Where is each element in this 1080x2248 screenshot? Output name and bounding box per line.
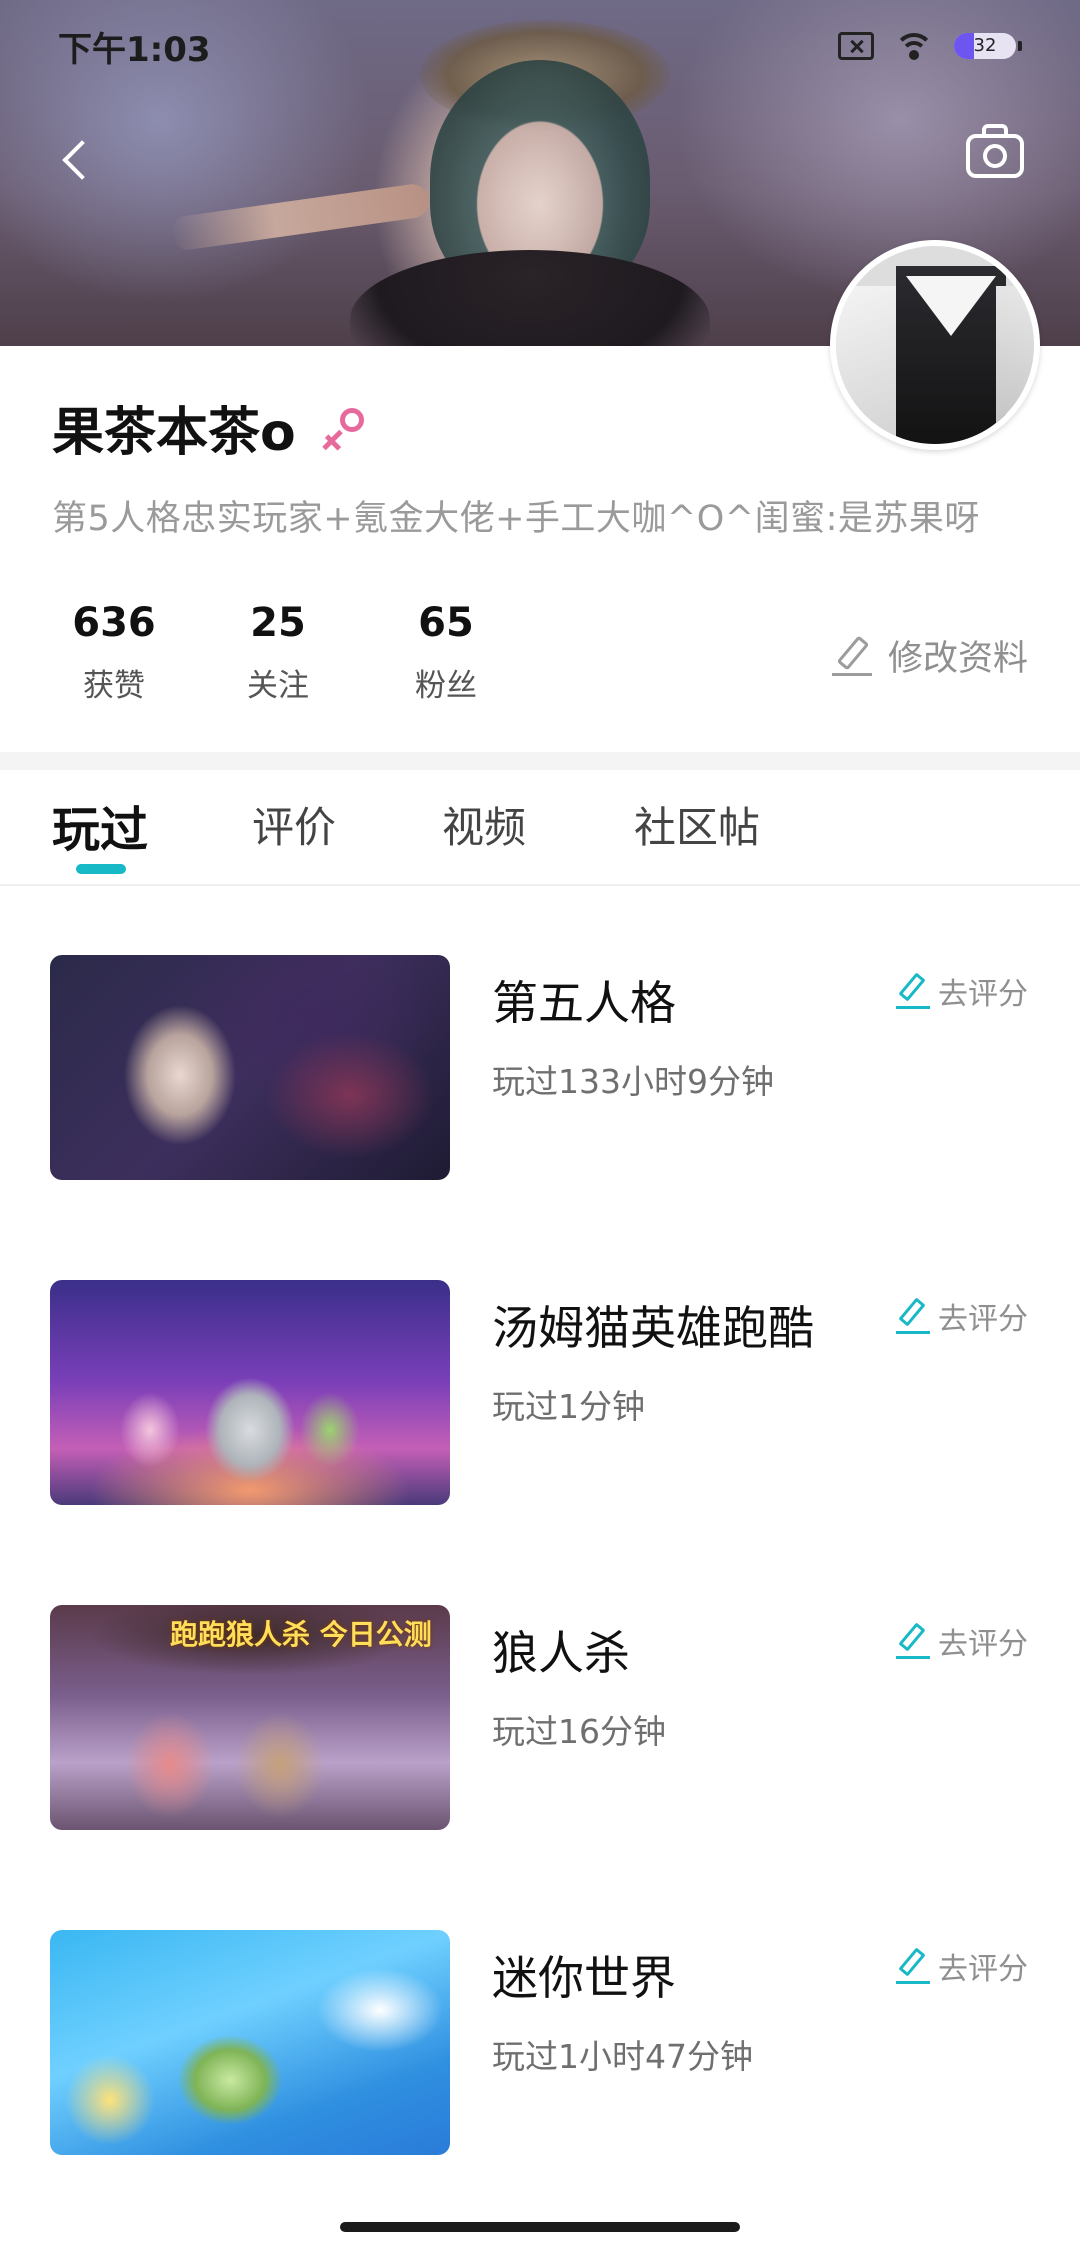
wifi-icon: [894, 31, 934, 61]
nickname: 果茶本茶o: [52, 403, 296, 463]
profile-tabs: 玩过 评价 视频 社区帖: [0, 770, 1080, 886]
rate-button[interactable]: 去评分: [896, 1944, 1028, 1988]
stat-likes[interactable]: 636 获赞: [52, 600, 176, 705]
game-name: 迷你世界: [492, 1951, 676, 2005]
game-name: 第五人格: [492, 976, 676, 1030]
edit-profile-button[interactable]: 修改资料: [831, 630, 1028, 681]
status-time: 下午1:03: [58, 29, 211, 70]
no-sim-icon: [838, 32, 874, 60]
play-time: 玩过16分钟: [492, 1712, 666, 1751]
play-time: 玩过133小时9分钟: [492, 1062, 774, 1101]
stat-value: 65: [418, 600, 474, 646]
thumbnail-banner-text: 跑跑狼人杀 今日公测: [170, 1618, 432, 1651]
play-time: 玩过1小时47分钟: [492, 2037, 753, 2076]
status-bar: 下午1:03 32: [0, 0, 1080, 92]
cover-art-arm: [168, 182, 432, 252]
tab-community-posts[interactable]: 社区帖: [634, 794, 760, 855]
game-thumbnail[interactable]: [50, 1280, 450, 1505]
section-divider: [0, 752, 1080, 770]
rate-label: 去评分: [938, 1952, 1028, 1987]
change-cover-button[interactable]: [966, 124, 1024, 178]
stat-following[interactable]: 25 关注: [216, 600, 340, 705]
stat-label: 获赞: [83, 668, 145, 704]
game-thumbnail[interactable]: 跑跑狼人杀 今日公测: [50, 1605, 450, 1830]
edit-profile-label: 修改资料: [887, 639, 1028, 679]
game-name: 汤姆猫英雄跑酷: [492, 1301, 814, 1355]
rate-label: 去评分: [938, 977, 1028, 1012]
list-item[interactable]: 汤姆猫英雄跑酷 玩过1分钟 去评分: [0, 1280, 1080, 1510]
edit-icon: [896, 1947, 930, 1984]
stat-value: 636: [72, 600, 156, 646]
edit-icon: [896, 972, 930, 1009]
list-item[interactable]: 跑跑狼人杀 今日公测 狼人杀 玩过16分钟 去评分: [0, 1605, 1080, 1835]
stats-row: 636 获赞 25 关注 65 粉丝: [52, 600, 508, 705]
tab-active-indicator: [76, 864, 126, 874]
stat-label: 粉丝: [415, 668, 477, 704]
stat-followers[interactable]: 65 粉丝: [384, 600, 508, 705]
game-thumbnail[interactable]: [50, 955, 450, 1180]
nickname-row: 果茶本茶o: [52, 390, 364, 465]
tab-videos[interactable]: 视频: [442, 794, 526, 855]
rate-label: 去评分: [938, 1627, 1028, 1662]
avatar[interactable]: [830, 240, 1040, 450]
edit-icon: [896, 1297, 930, 1334]
back-button[interactable]: [52, 130, 102, 190]
status-icons: 32: [838, 31, 1022, 61]
edit-icon: [896, 1622, 930, 1659]
cover-art-dress: [350, 250, 710, 346]
rate-label: 去评分: [938, 1302, 1028, 1337]
game-thumbnail[interactable]: [50, 1930, 450, 2155]
stat-label: 关注: [247, 668, 309, 704]
game-name: 狼人杀: [492, 1626, 630, 1680]
home-indicator[interactable]: [340, 2222, 740, 2232]
tab-reviews[interactable]: 评价: [252, 794, 336, 855]
edit-icon: [831, 634, 872, 676]
tab-played[interactable]: 玩过: [52, 790, 148, 860]
rate-button[interactable]: 去评分: [896, 969, 1028, 1013]
bio: 第5人格忠实玩家+氪金大佬+手工大咖^O^闺蜜:是苏果呀: [52, 499, 980, 539]
list-item[interactable]: 第五人格 玩过133小时9分钟 去评分: [0, 955, 1080, 1185]
chevron-left-icon: [62, 140, 102, 180]
stat-value: 25: [250, 600, 306, 646]
battery-icon: 32: [954, 33, 1022, 59]
rate-button[interactable]: 去评分: [896, 1619, 1028, 1663]
list-item[interactable]: 迷你世界 玩过1小时47分钟 去评分: [0, 1930, 1080, 2160]
battery-level: 32: [973, 35, 997, 56]
rate-button[interactable]: 去评分: [896, 1294, 1028, 1338]
female-icon: [321, 406, 364, 451]
play-time: 玩过1分钟: [492, 1387, 645, 1426]
